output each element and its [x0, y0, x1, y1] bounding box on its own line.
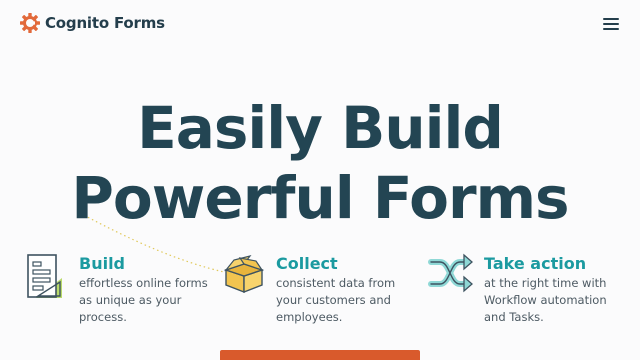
- feature-build-description: effortless online forms as unique as you…: [79, 276, 208, 324]
- brand-logo-link[interactable]: Cognito Forms: [20, 13, 165, 33]
- cta-button[interactable]: [220, 350, 420, 360]
- open-box-icon: [223, 255, 265, 294]
- shuffle-arrows-icon: [428, 253, 473, 293]
- cognito-logo-icon: [20, 13, 40, 33]
- feature-collect-title: Collect: [276, 254, 338, 273]
- feature-take-action-title: Take action: [484, 254, 587, 273]
- hamburger-menu-icon[interactable]: [603, 18, 619, 32]
- feature-collect-description: consistent data from your customers and …: [276, 276, 396, 324]
- hero-title-line-2: Powerful Forms: [71, 164, 569, 232]
- hero-title-line-1: Easily Build: [137, 94, 504, 162]
- site-header: Cognito Forms: [0, 0, 640, 50]
- hero-title: Easily Build Powerful Forms: [0, 93, 640, 233]
- feature-build-title: Build: [79, 254, 126, 273]
- brand-name: Cognito Forms: [45, 14, 165, 32]
- form-document-icon: [27, 254, 62, 298]
- feature-take-action-description: at the right time with Workflow automati…: [484, 276, 607, 324]
